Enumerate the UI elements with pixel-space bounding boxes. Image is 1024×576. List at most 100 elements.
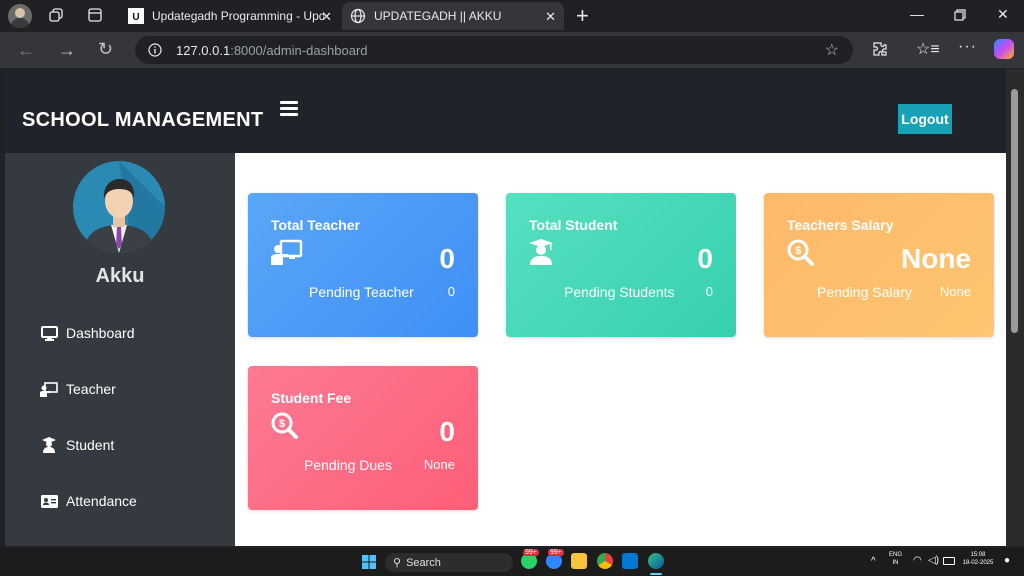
menu-toggle-icon[interactable] [280, 101, 298, 119]
dashboard-content: Total Teacher 0 Pending Teacher 0 Total … [235, 153, 1006, 546]
pending-label: Pending Salary [817, 284, 912, 300]
top-navbar: SCHOOL MANAGEMENT Logout [5, 69, 1006, 153]
close-tab-icon[interactable]: ✕ [545, 9, 556, 25]
pending-value: 0 [705, 284, 713, 299]
sidebar-item-label: Attendance [66, 493, 137, 509]
chalkboard-teacher-icon [40, 381, 58, 397]
sidebar-item-student[interactable]: Student [40, 437, 114, 453]
battery-icon[interactable] [943, 557, 955, 565]
search-dollar-icon: $ [787, 239, 815, 266]
globe-icon [350, 8, 366, 24]
address-bar[interactable]: 127.0.0.1 :8000/admin-dashboard ☆ [135, 36, 853, 64]
reload-icon[interactable]: ↻ [98, 39, 113, 59]
region-code: IN [892, 560, 899, 566]
graduate-icon [529, 239, 557, 265]
svg-text:$: $ [279, 418, 285, 430]
user-name: Akku [95, 265, 145, 287]
pending-label: Pending Teacher [309, 284, 414, 300]
vscode-icon[interactable] [622, 553, 638, 569]
clock[interactable]: 15:08 18-02-2025 [958, 551, 998, 567]
language-code: ENG [889, 552, 903, 558]
page-scrollbar[interactable] [1006, 69, 1024, 546]
svg-text:U: U [132, 12, 139, 23]
card-title: Total Student [529, 217, 618, 233]
pending-label: Pending Students [564, 284, 675, 300]
tab-actions-icon[interactable] [88, 8, 102, 22]
active-app-indicator [650, 573, 662, 575]
windows-taskbar: ⚲ Search 99+ 99+ ^ ENG IN ◠ ◁) 15:08 18-… [0, 548, 1024, 576]
id-card-icon [40, 493, 58, 509]
graduate-icon [40, 437, 58, 453]
pending-label: Pending Dues [304, 457, 392, 473]
chalkboard-teacher-icon [271, 239, 303, 265]
site-info-icon[interactable] [148, 43, 162, 57]
tab-title: Updategadh Programming - Upd [152, 9, 324, 23]
card-title: Total Teacher [271, 217, 360, 233]
new-tab-button[interactable]: + [576, 3, 589, 29]
sidebar-item-label: Student [66, 437, 115, 453]
favorite-star-icon[interactable]: ☆ [825, 40, 839, 60]
card-value: 0 [439, 416, 455, 447]
card-value: 0 [439, 243, 455, 274]
total-teacher-card[interactable]: Total Teacher 0 Pending Teacher 0 [248, 193, 478, 337]
sidebar-item-attendance[interactable]: Attendance [40, 493, 137, 509]
sidebar-item-label: Dashboard [66, 325, 135, 341]
card-value: None [901, 243, 971, 274]
copilot-icon[interactable] [994, 39, 1014, 59]
updategadh-logo-icon: U [128, 8, 144, 24]
card-value: 0 [697, 243, 713, 274]
sidebar: Akku Dashboard Teacher Student Attendanc… [5, 153, 235, 546]
restore-icon[interactable] [954, 8, 966, 24]
pending-value: 0 [447, 284, 455, 299]
brand-title[interactable]: SCHOOL MANAGEMENT [22, 109, 263, 132]
windows-start-icon[interactable] [362, 555, 376, 569]
scrollbar-thumb[interactable] [1011, 89, 1018, 333]
taskbar-search[interactable]: ⚲ Search [385, 553, 513, 572]
workspaces-icon[interactable] [49, 8, 63, 22]
svg-text:$: $ [795, 245, 801, 257]
notification-bell-icon[interactable]: ● [1004, 555, 1010, 566]
url-path: :8000/admin-dashboard [230, 42, 368, 58]
close-window-icon[interactable]: ✕ [997, 6, 1009, 23]
search-icon: ⚲ [393, 557, 402, 569]
sidebar-item-teacher[interactable]: Teacher [40, 381, 116, 397]
more-options-icon[interactable]: ··· [958, 38, 977, 56]
language-indicator[interactable]: ENG IN [889, 551, 902, 567]
url-host: 127.0.0.1 [176, 42, 231, 58]
search-dollar-icon: $ [271, 412, 299, 439]
total-student-card[interactable]: Total Student 0 Pending Students 0 [506, 193, 736, 337]
back-icon[interactable]: ← [17, 40, 35, 60]
tab-updategadh-akku[interactable]: UPDATEGADH || AKKU ✕ [342, 2, 564, 30]
pending-value: None [939, 284, 971, 299]
favorites-icon[interactable]: ☆≡ [916, 39, 940, 59]
card-title: Teachers Salary [787, 217, 894, 233]
desktop-icon [40, 325, 58, 341]
sidebar-item-dashboard[interactable]: Dashboard [40, 325, 135, 341]
search-label: Search [406, 556, 441, 569]
browser-tab-bar: U Updategadh Programming - Upd ✕ UPDATEG… [0, 0, 1024, 32]
profile-avatar[interactable] [8, 4, 32, 28]
wifi-icon[interactable]: ◠ [913, 555, 922, 566]
web-page: SCHOOL MANAGEMENT Logout Akku Dashboard [5, 69, 1006, 546]
logout-button[interactable]: Logout [898, 104, 952, 134]
file-explorer-icon[interactable] [571, 553, 587, 569]
chrome-icon[interactable] [597, 553, 613, 569]
student-fee-card[interactable]: Student Fee $ 0 Pending Dues None [248, 366, 478, 510]
card-title: Student Fee [271, 390, 352, 406]
tab-updategadh-programming[interactable]: U Updategadh Programming - Upd ✕ [120, 2, 340, 30]
close-tab-icon[interactable]: ✕ [321, 9, 332, 25]
date: 18-02-2025 [962, 560, 994, 566]
volume-icon[interactable]: ◁) [928, 555, 939, 566]
chevron-up-icon[interactable]: ^ [871, 556, 876, 567]
teachers-salary-card[interactable]: Teachers Salary $ None Pending Salary No… [764, 193, 994, 337]
forward-icon[interactable]: → [58, 40, 76, 60]
sidebar-item-label: Teacher [66, 381, 116, 397]
notification-badge: 99+ [523, 549, 539, 556]
browser-toolbar: ← → ↻ 127.0.0.1 :8000/admin-dashboard ☆ … [0, 32, 1024, 68]
avatar [73, 161, 165, 253]
edge-icon[interactable] [648, 553, 664, 569]
minimize-icon[interactable]: — [910, 6, 924, 22]
extensions-icon[interactable] [872, 41, 888, 62]
time: 15:08 [970, 552, 986, 558]
notification-badge: 99+ [548, 549, 564, 556]
